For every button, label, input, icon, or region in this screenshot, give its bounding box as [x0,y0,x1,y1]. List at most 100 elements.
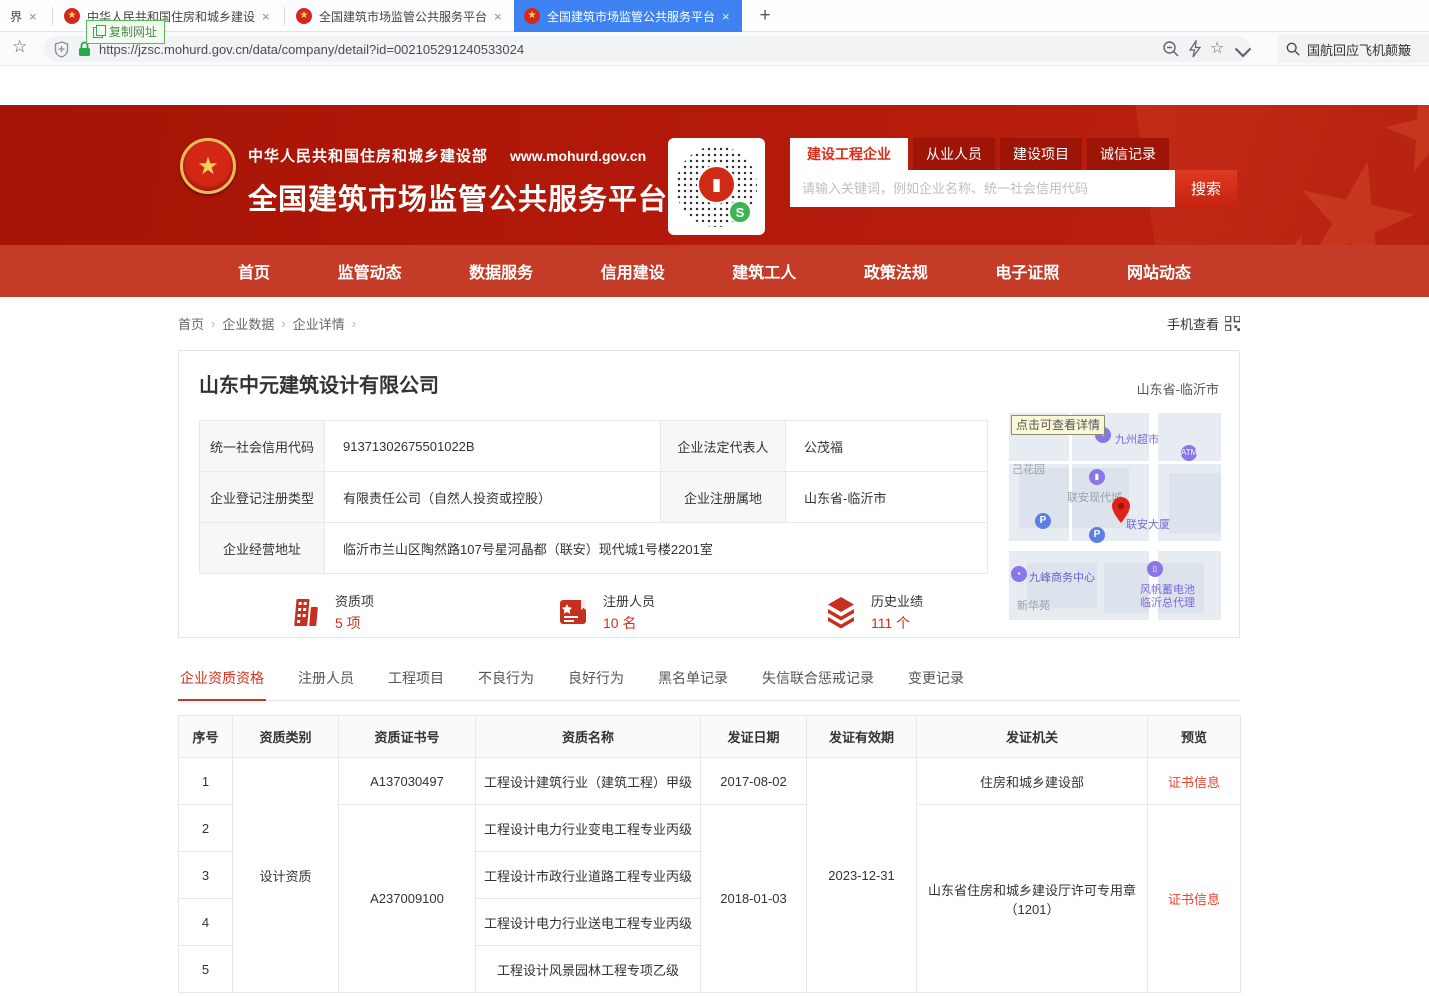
info-value: 山东省-临沂市 [786,472,988,523]
emblem-favicon-icon: ★ [296,8,312,24]
favorite-star-icon[interactable]: ☆ [1210,38,1228,56]
qual-table-cell: 4 [179,899,233,946]
qual-table-cell: 工程设计风景园林工程专项乙级 [476,946,701,993]
nav-item-3[interactable]: 信用建设 [601,259,665,283]
banner-search-tab-0[interactable]: 建设工程企业 [790,138,908,170]
qual-table-cell: 1 [179,758,233,805]
tab-title: 全国建筑市场监管公共服务平台 [547,8,715,25]
qr-center-logo: ▮ [697,165,736,204]
map-hint-tooltip: 点击可查看详情 [1011,415,1105,435]
main-nav: 首页 监管动态 数据服务 信用建设 建筑工人 政策法规 电子证照 网站动态 [0,245,1429,297]
map-poi-label: 联安大厦 [1126,516,1170,532]
chevron-down-icon[interactable] [1234,44,1252,62]
qual-column-header: 发证日期 [701,716,807,758]
browser-tab-2[interactable]: ★ 全国建筑市场监管公共服务平台 × [286,0,512,32]
tab-separator [52,7,53,25]
qual-column-header: 资质证书号 [339,716,476,758]
atm-poi-icon: ATM [1181,445,1197,461]
new-tab-button[interactable]: + [752,3,778,29]
breadcrumb-item-0[interactable]: 首页 [178,314,204,333]
detail-tab-7[interactable]: 变更记录 [906,662,966,700]
breadcrumb-item-2[interactable]: 企业详情 [293,314,345,333]
location-map[interactable]: 点击可查看详情 ▪ 九州超市 ATM 己花园 ▮ 联安现代城 联安大厦 P P … [1009,413,1221,620]
info-value: 91371302675501022B [325,421,661,472]
close-icon[interactable]: × [29,9,37,24]
tab-separator [284,7,285,25]
ministry-name: 中华人民共和国住房和城乡建设部 [248,148,488,165]
battery-poi-icon: ▯ [1147,561,1163,577]
detail-tab-1[interactable]: 注册人员 [296,662,356,700]
qual-table-cell: A237009100 [339,805,476,993]
breadcrumb-separator-icon: › [211,316,215,331]
close-icon[interactable]: × [494,9,502,24]
zoom-out-icon[interactable] [1162,40,1180,58]
company-region: 山东省-临沂市 [1137,379,1219,398]
cert-info-link[interactable]: 证书信息 [1168,775,1220,790]
lightning-icon[interactable] [1186,40,1204,58]
breadcrumb: 首页›企业数据›企业详情› [178,314,363,333]
browser-tab-0[interactable]: 界 × [0,0,50,32]
cert-info-link[interactable]: 证书信息 [1168,892,1220,907]
info-value: 临沂市兰山区陶然路107号星河晶都（联安）现代城1号楼2201室 [325,523,988,574]
info-label: 企业注册属地 [661,472,786,523]
qual-column-header: 发证机关 [917,716,1148,758]
office-poi-icon: ▪ [1011,566,1027,582]
stat-label: 历史业绩 [871,591,923,610]
nav-item-7[interactable]: 网站动态 [1127,259,1191,283]
stat-value: 5 项 [335,613,374,633]
nav-item-5[interactable]: 政策法规 [864,259,928,283]
stat-personnel[interactable]: 注册人员 10 名 [555,591,823,633]
map-poi-label: 九峰商务中心 [1029,569,1095,585]
site-banner: ★ 中华人民共和国住房和城乡建设部www.mohurd.gov.cn 全国建筑市… [0,105,1429,245]
site-title: 全国建筑市场监管公共服务平台 [248,176,668,218]
qual-column-header: 发证有效期 [807,716,917,758]
detail-tab-0[interactable]: 企业资质资格 [178,662,266,701]
banner-search-input[interactable] [790,170,1175,207]
tab-title: 全国建筑市场监管公共服务平台 [319,8,487,25]
mobile-view-link[interactable]: 手机查看 [1167,314,1240,333]
national-emblem-logo: ★ [180,138,236,194]
nav-item-2[interactable]: 数据服务 [469,259,533,283]
info-label: 企业经营地址 [200,523,325,574]
qual-table-cell: 2018-01-03 [701,805,807,993]
company-info-table: 统一社会信用代码 91371302675501022B 企业法定代表人 公茂福 … [199,420,988,574]
info-value: 有限责任公司（自然人投资或控股） [325,472,661,523]
qual-table-cell: 2023-12-31 [807,758,917,993]
qual-table-cell: 工程设计电力行业变电工程专业丙级 [476,805,701,852]
detail-tab-4[interactable]: 良好行为 [566,662,626,700]
nav-item-1[interactable]: 监管动态 [338,259,402,283]
qual-column-header: 资质类别 [233,716,339,758]
qual-table-cell: 工程设计建筑行业（建筑工程）甲级 [476,758,701,805]
stat-value: 10 名 [603,613,655,633]
close-icon[interactable]: × [722,9,730,24]
qual-table-cell: 2 [179,805,233,852]
nav-item-0[interactable]: 首页 [238,259,270,283]
nav-item-6[interactable]: 电子证照 [995,259,1059,283]
banner-search-tabs: 建设工程企业从业人员建设项目诚信记录 [790,138,1237,170]
qual-table-cell: 2017-08-02 [701,758,807,805]
banner-search-tab-2[interactable]: 建设项目 [1000,138,1082,170]
stat-qualifications[interactable]: 资质项 5 项 [287,591,555,633]
detail-tab-2[interactable]: 工程项目 [386,662,446,700]
qual-table-cell: 5 [179,946,233,993]
browser-tab-3-active[interactable]: ★ 全国建筑市场监管公共服务平台 × [514,0,742,32]
qr-code-icon [1225,316,1240,331]
preview-cell: 证书信息 [1148,805,1241,993]
nav-item-4[interactable]: 建筑工人 [732,259,796,283]
detail-tab-6[interactable]: 失信联合惩戒记录 [760,662,876,700]
detail-tab-5[interactable]: 黑名单记录 [656,662,730,700]
banner-search-tab-3[interactable]: 诚信记录 [1087,138,1169,170]
map-poi-label: 九州超市 [1115,431,1159,447]
info-label: 企业法定代表人 [661,421,786,472]
detail-tab-3[interactable]: 不良行为 [476,662,536,700]
quick-search-box[interactable]: 国航回应飞机颠簸 [1278,35,1429,63]
qual-table-cell: 山东省住房和城乡建设厅许可专用章（1201） [917,805,1148,993]
close-icon[interactable]: × [262,9,270,24]
detail-tabs: 企业资质资格注册人员工程项目不良行为良好行为黑名单记录失信联合惩戒记录变更记录 [178,662,1240,701]
qual-table-cell: 工程设计电力行业送电工程专业丙级 [476,899,701,946]
address-bar[interactable]: https://jzsc.mohurd.gov.cn/data/company/… [44,36,1250,62]
banner-search-button[interactable]: 搜索 [1175,170,1237,207]
banner-search-tab-1[interactable]: 从业人员 [913,138,995,170]
bookmark-star-icon[interactable]: ☆ [12,37,27,57]
breadcrumb-item-1[interactable]: 企业数据 [222,314,274,333]
